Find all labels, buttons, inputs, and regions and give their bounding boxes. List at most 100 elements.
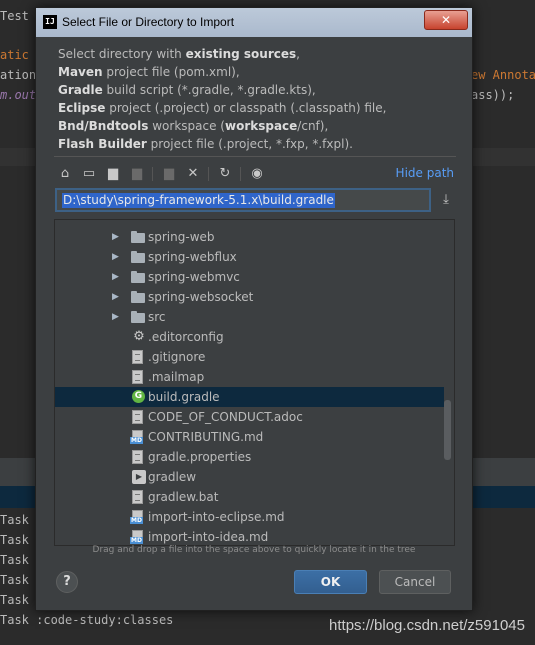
tree-item[interactable]: ⚙ .editorconfig bbox=[55, 327, 444, 347]
toolbar-separator bbox=[208, 167, 209, 181]
tree-item[interactable]: gradlew.bat bbox=[55, 487, 444, 507]
tree-item-label: build.gradle bbox=[148, 390, 220, 404]
tree-item-label: CONTRIBUTING.md bbox=[148, 430, 264, 444]
ok-button[interactable]: OK bbox=[294, 570, 367, 594]
new-folder-icon[interactable]: ▆ bbox=[160, 165, 178, 183]
tree-item[interactable]: ▶ gradlew bbox=[55, 467, 444, 487]
dialog-title: Select File or Directory to Import bbox=[62, 15, 235, 29]
tree-item-label: gradlew bbox=[148, 470, 197, 484]
folder-icon bbox=[131, 231, 145, 243]
code-fragment: ass)); bbox=[471, 88, 515, 102]
intellij-logo-icon: IJ bbox=[43, 15, 57, 29]
gear-icon: ⚙ bbox=[133, 329, 145, 344]
tree-item[interactable]: CODE_OF_CONDUCT.adoc bbox=[55, 407, 444, 427]
tree-item[interactable]: ▶ spring-webflux bbox=[55, 247, 444, 267]
code-fragment: ew Annota bbox=[471, 68, 535, 82]
markdown-icon bbox=[130, 430, 143, 444]
file-icon bbox=[132, 450, 143, 464]
code-fragment: m.out bbox=[0, 88, 37, 102]
path-input-value: D:\study\spring-framework-5.1.x\build.gr… bbox=[62, 193, 335, 208]
expand-arrow-icon[interactable]: ▶ bbox=[112, 249, 124, 265]
hide-path-link[interactable]: Hide path bbox=[396, 166, 454, 180]
tree-item[interactable]: Gbuild.gradle bbox=[55, 387, 444, 407]
tree-item-label: .editorconfig bbox=[148, 330, 224, 344]
tree-item-label: spring-webmvc bbox=[148, 270, 240, 284]
dialog-description: Select directory with existing sources, … bbox=[58, 45, 386, 153]
delete-icon[interactable]: ✕ bbox=[184, 165, 202, 183]
run-output-line: Task bbox=[0, 533, 29, 547]
import-dialog: IJ Select File or Directory to Import ✕ … bbox=[35, 7, 473, 611]
file-tree[interactable]: ▶ spring-web ▶ spring-webflux ▶ spring-webmvc… bbox=[54, 219, 455, 546]
run-output-line: Task bbox=[0, 593, 29, 607]
expand-arrow-icon[interactable]: ▶ bbox=[112, 309, 124, 325]
markdown-icon bbox=[130, 530, 143, 544]
run-output-line: Task bbox=[0, 553, 29, 567]
drag-drop-hint: Drag and drop a file into the space abov… bbox=[92, 545, 416, 555]
folder-icon bbox=[131, 251, 145, 263]
tree-item-label: spring-websocket bbox=[148, 290, 254, 304]
project-folder-icon[interactable]: ▆ bbox=[104, 165, 122, 183]
close-button[interactable]: ✕ bbox=[424, 10, 468, 30]
tree-item[interactable]: import-into-idea.md bbox=[55, 527, 444, 545]
tree-scrollbar[interactable] bbox=[444, 400, 451, 460]
tree-item[interactable]: .gitignore bbox=[55, 347, 444, 367]
tree-item-label: import-into-eclipse.md bbox=[148, 510, 285, 524]
home-icon[interactable]: ⌂ bbox=[56, 165, 74, 183]
markdown-icon bbox=[130, 510, 143, 524]
tree-item[interactable]: ▶ spring-web bbox=[55, 227, 444, 247]
help-button[interactable]: ? bbox=[56, 571, 78, 593]
description-line: Select directory with existing sources, bbox=[58, 47, 300, 61]
tree-item-label: gradlew.bat bbox=[148, 490, 219, 504]
run-output-line: Task bbox=[0, 513, 29, 527]
expand-arrow-icon[interactable]: ▶ bbox=[112, 289, 124, 305]
description-line: Maven project file (pom.xml), bbox=[58, 65, 240, 79]
tree-item[interactable]: import-into-eclipse.md bbox=[55, 507, 444, 527]
description-line: Gradle build script (*.gradle, *.gradle.… bbox=[58, 83, 316, 97]
executable-icon: ▶ bbox=[132, 470, 146, 484]
tree-item[interactable]: gradle.properties bbox=[55, 447, 444, 467]
folder-icon bbox=[131, 311, 145, 323]
toolbar-separator bbox=[152, 167, 153, 181]
expand-arrow-icon[interactable]: ▶ bbox=[112, 229, 124, 245]
folder-icon bbox=[131, 291, 145, 303]
file-icon bbox=[132, 410, 143, 424]
file-icon bbox=[132, 370, 143, 384]
run-output-line: Task bbox=[0, 573, 29, 587]
tree-item-label: spring-webflux bbox=[148, 250, 237, 264]
refresh-icon[interactable]: ↻ bbox=[216, 165, 234, 183]
gradle-icon: G bbox=[132, 390, 145, 403]
file-icon bbox=[132, 350, 143, 364]
run-output-line: Task :code-study:classes bbox=[0, 613, 174, 627]
folder-icon bbox=[131, 271, 145, 283]
path-input[interactable]: D:\study\spring-framework-5.1.x\build.gr… bbox=[55, 188, 431, 212]
divider bbox=[54, 156, 456, 157]
tree-item[interactable]: ▶ src bbox=[55, 307, 444, 327]
tree-item[interactable]: .mailmap bbox=[55, 367, 444, 387]
module-folder-icon[interactable]: ▆ bbox=[128, 165, 146, 183]
tree-item-label: src bbox=[148, 310, 166, 324]
tree-item-label: spring-web bbox=[148, 230, 215, 244]
tree-item-label: import-into-idea.md bbox=[148, 530, 269, 544]
tree-item[interactable]: ▶ spring-websocket bbox=[55, 287, 444, 307]
code-fragment: ation bbox=[0, 68, 37, 82]
dialog-titlebar[interactable]: IJ Select File or Directory to Import ✕ bbox=[36, 8, 472, 37]
tree-item-label: gradle.properties bbox=[148, 450, 252, 464]
tree-item-label: .mailmap bbox=[148, 370, 205, 384]
tree-item[interactable]: ▶ spring-webmvc bbox=[55, 267, 444, 287]
tree-item[interactable]: CONTRIBUTING.md bbox=[55, 427, 444, 447]
tree-item-label: CODE_OF_CONDUCT.adoc bbox=[148, 410, 303, 424]
description-line: Eclipse project (.project) or classpath … bbox=[58, 101, 387, 115]
code-fragment: atic bbox=[0, 48, 29, 62]
cancel-button[interactable]: Cancel bbox=[379, 570, 451, 594]
show-hidden-icon[interactable]: ◉ bbox=[248, 165, 266, 183]
tree-item-label: .gitignore bbox=[148, 350, 206, 364]
expand-arrow-icon[interactable]: ▶ bbox=[112, 269, 124, 285]
download-icon[interactable]: ⤓ bbox=[438, 192, 454, 208]
watermark: https://blog.csdn.net/z591045 bbox=[329, 617, 525, 634]
description-line: Flash Builder project file (.project, *.… bbox=[58, 137, 353, 151]
toolbar-separator bbox=[240, 167, 241, 181]
desktop-icon[interactable]: ▭ bbox=[80, 165, 98, 183]
file-icon bbox=[132, 490, 143, 504]
file-chooser-toolbar: ⌂ ▭ ▆ ▆ ▆ ✕ ↻ ◉ Hide path bbox=[56, 165, 456, 185]
code-fragment: Test bbox=[0, 9, 29, 23]
